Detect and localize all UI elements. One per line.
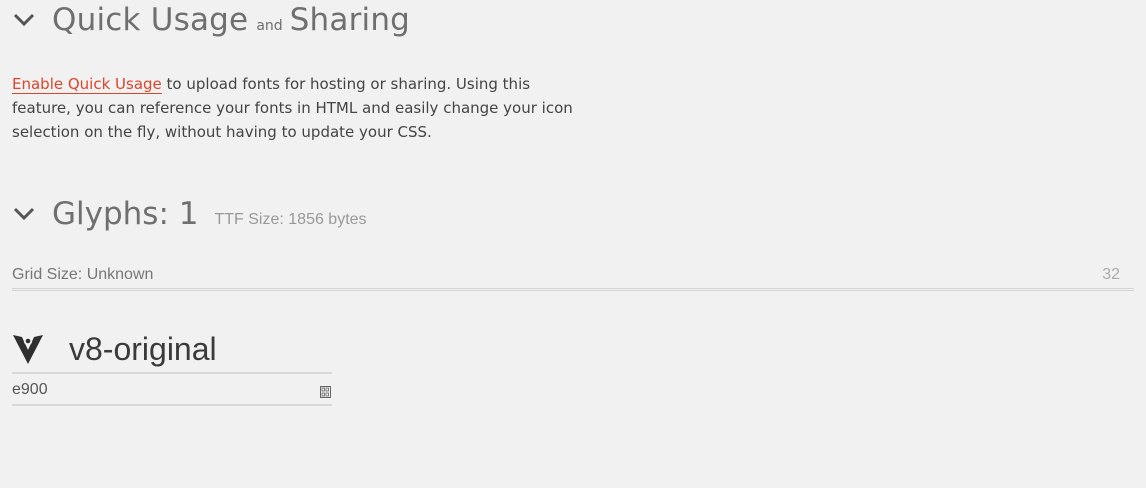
glyphs-header[interactable]: Glyphs: 1 TTF Size: 1856 bytes <box>12 196 367 232</box>
unicode-grid-icon[interactable] <box>320 383 331 398</box>
sharing-title: Sharing <box>289 2 411 38</box>
glyph-preview-row: v8-original <box>12 326 332 374</box>
ttf-size-label: TTF Size: 1856 bytes <box>214 211 367 228</box>
chevron-down-icon[interactable] <box>12 8 36 32</box>
glyph-code-row <box>12 374 332 406</box>
grid-size-label: Grid Size: Unknown <box>12 266 154 283</box>
v8-logo-icon[interactable] <box>12 333 44 365</box>
quick-usage-description: Enable Quick Usage to upload fonts for h… <box>12 72 582 144</box>
glyph-code-input[interactable] <box>12 379 302 401</box>
glyph-name: v8-original <box>69 331 217 367</box>
quick-usage-title-and: and <box>256 18 283 34</box>
glyph-card: v8-original <box>12 326 332 406</box>
quick-usage-title: Quick Usage <box>52 2 249 38</box>
grid-size-bar: Grid Size: Unknown 32 <box>12 266 1134 291</box>
glyphs-count-title: Glyphs: 1 <box>52 196 199 232</box>
page: Quick Usage and Sharing Enable Quick Usa… <box>0 0 1146 488</box>
enable-quick-usage-link[interactable]: Enable Quick Usage <box>12 75 162 94</box>
grid-size-value[interactable]: 32 <box>1102 266 1120 284</box>
chevron-down-icon[interactable] <box>12 202 36 226</box>
quick-usage-header[interactable]: Quick Usage and Sharing <box>12 2 410 38</box>
